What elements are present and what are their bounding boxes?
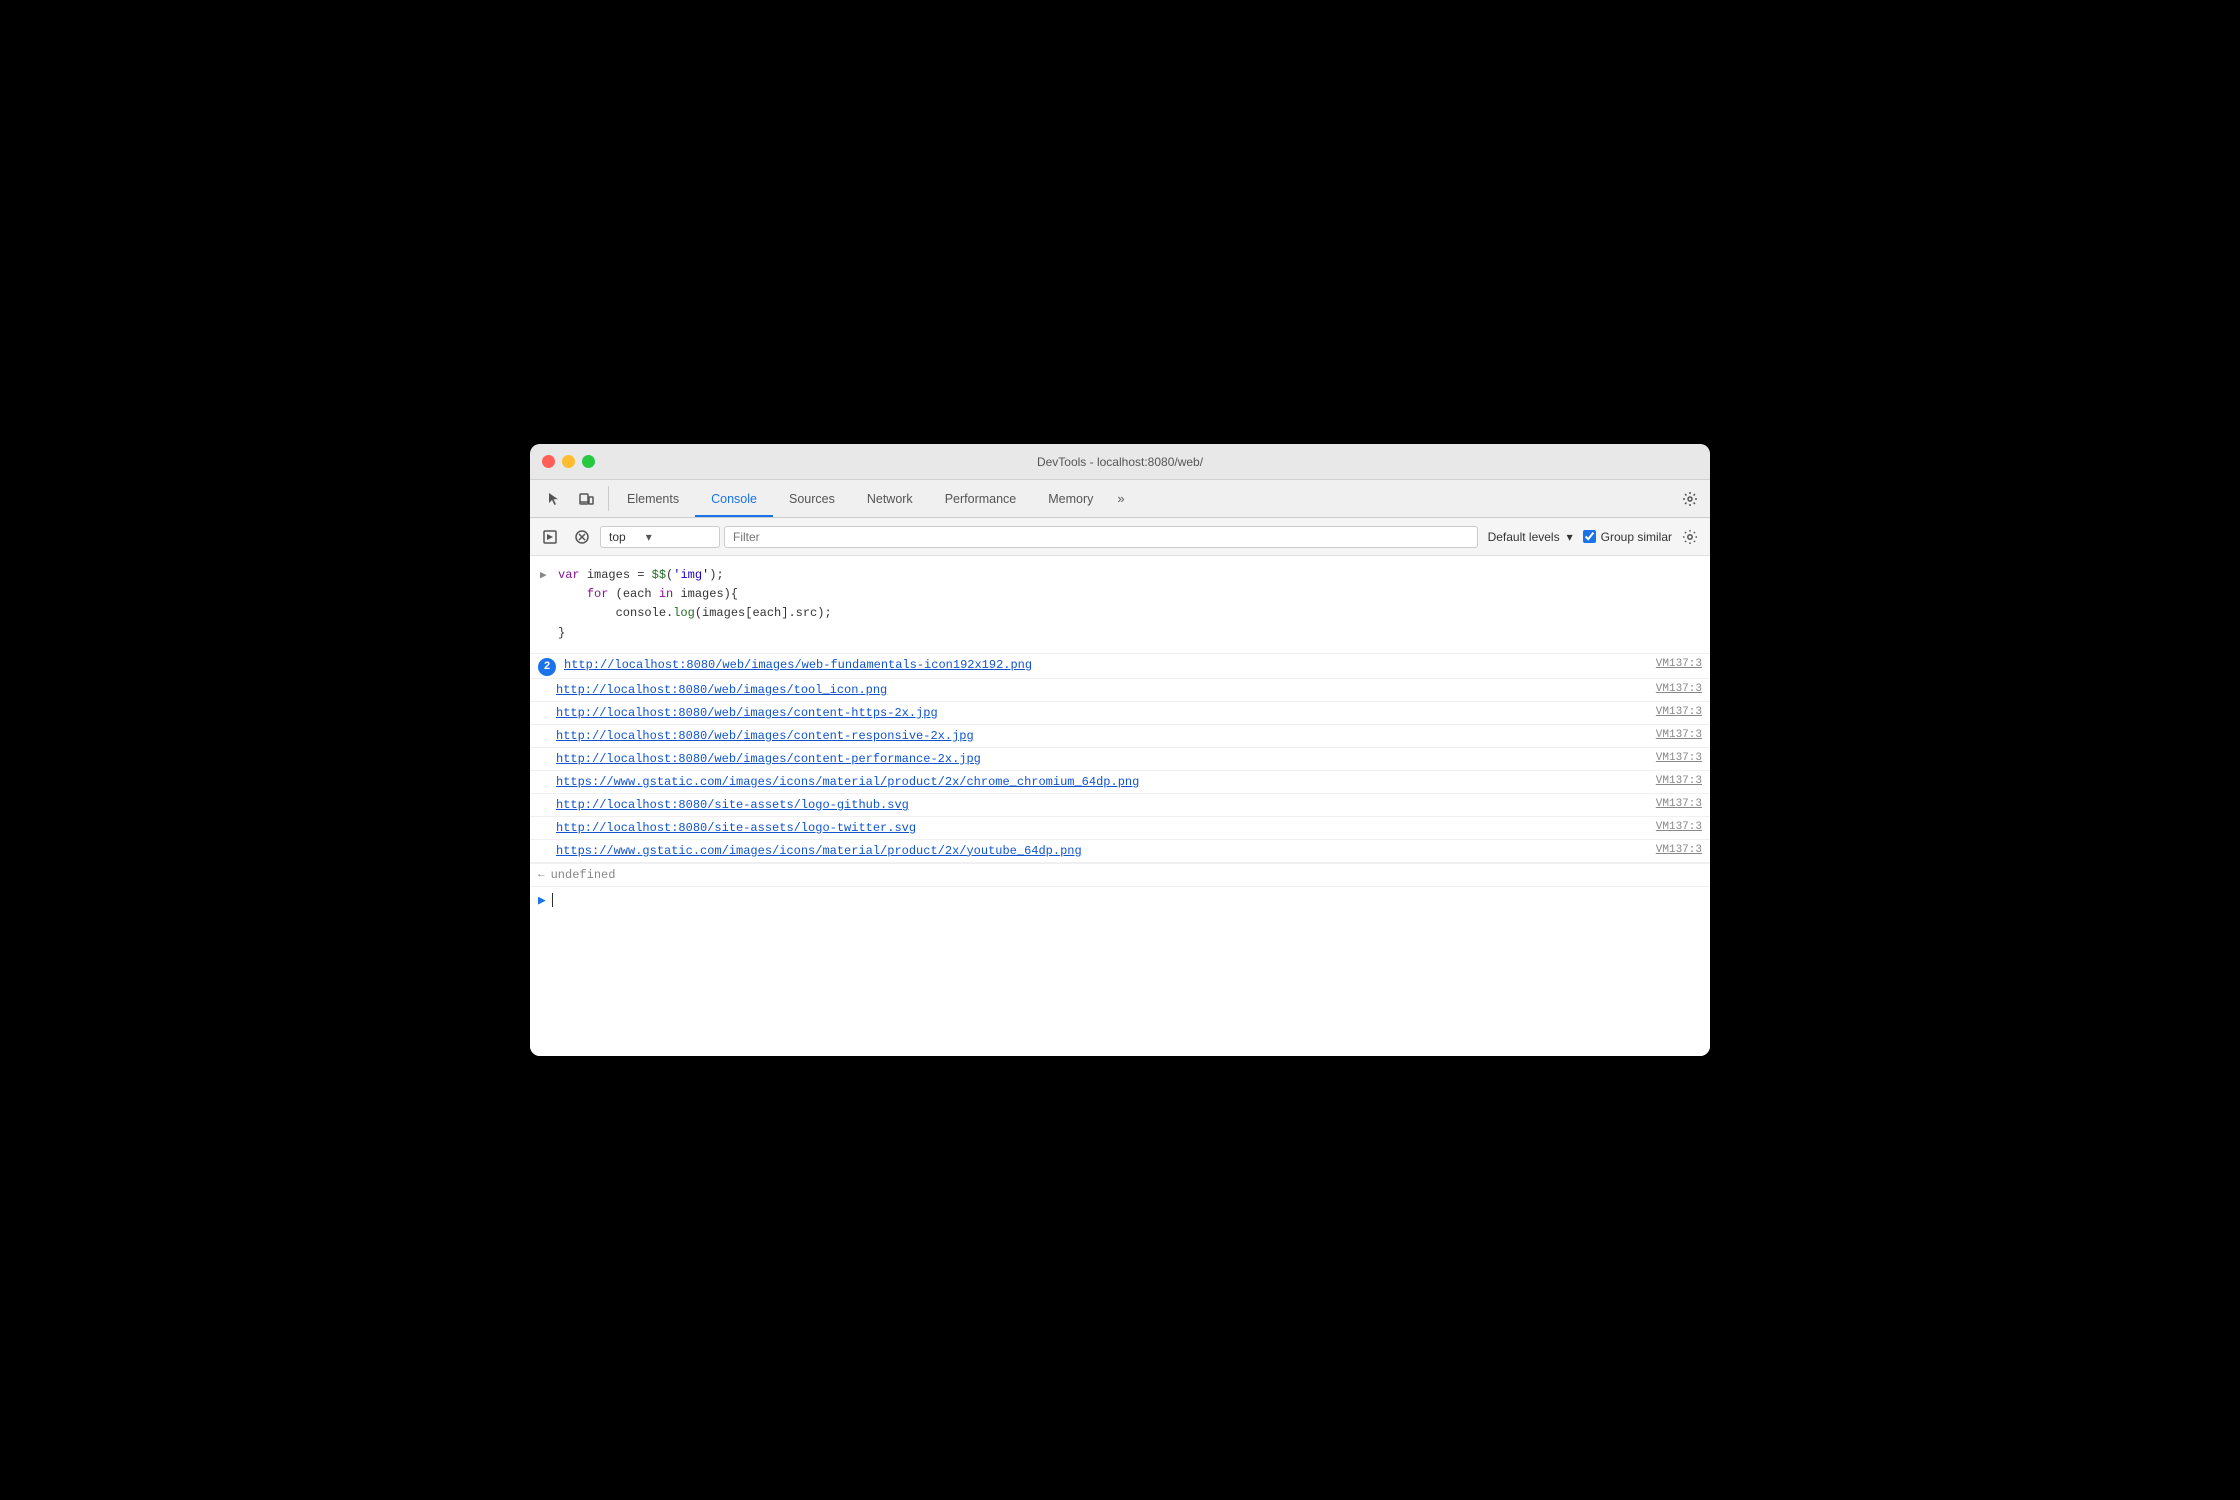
maximize-button[interactable] <box>582 455 595 468</box>
context-selector[interactable]: top <box>600 526 720 548</box>
log-url-link[interactable]: https://www.gstatic.com/images/icons/mat… <box>556 773 1644 791</box>
console-output: ▶ var images = $$('img'); for (each in i… <box>530 556 1710 1056</box>
log-source-link[interactable]: VM137:3 <box>1656 729 1702 741</box>
tab-elements[interactable]: Elements <box>611 480 695 517</box>
log-source-link[interactable]: VM137:3 <box>1656 658 1702 670</box>
window-title: DevTools - localhost:8080/web/ <box>1037 455 1203 469</box>
log-entry: http://localhost:8080/site-assets/logo-t… <box>530 817 1710 840</box>
levels-chevron-icon: ▾ <box>1567 530 1573 544</box>
devtools-window: DevTools - localhost:8080/web/ <box>530 444 1710 1056</box>
log-entry: http://localhost:8080/site-assets/logo-g… <box>530 794 1710 817</box>
titlebar: DevTools - localhost:8080/web/ <box>530 444 1710 480</box>
input-prompt-icon: ▶ <box>538 893 546 908</box>
log-url-link[interactable]: http://localhost:8080/web/images/content… <box>556 704 1644 722</box>
more-tabs-button[interactable]: » <box>1109 480 1132 517</box>
return-arrow-icon: ← <box>538 869 545 881</box>
run-script-button[interactable] <box>536 523 564 551</box>
tab-memory[interactable]: Memory <box>1032 480 1109 517</box>
console-settings-button[interactable] <box>1676 523 1704 551</box>
filter-input[interactable] <box>724 526 1478 548</box>
code-line-2: for (each in images){ <box>558 585 1698 604</box>
log-entry: https://www.gstatic.com/images/icons/mat… <box>530 840 1710 863</box>
log-url-link[interactable]: http://localhost:8080/web/images/content… <box>556 727 1644 745</box>
log-source-link[interactable]: VM137:3 <box>1656 706 1702 718</box>
clear-console-button[interactable] <box>568 523 596 551</box>
tab-icon-group <box>534 480 606 517</box>
minimize-button[interactable] <box>562 455 575 468</box>
log-source-link[interactable]: VM137:3 <box>1656 821 1702 833</box>
window-controls <box>542 455 595 468</box>
log-source-link[interactable]: VM137:3 <box>1656 844 1702 856</box>
log-source-link[interactable]: VM137:3 <box>1656 798 1702 810</box>
log-count-badge: 2 <box>538 658 556 676</box>
inspect-element-button[interactable] <box>540 485 568 513</box>
log-source-link[interactable]: VM137:3 <box>1656 683 1702 695</box>
log-entry: http://localhost:8080/web/images/tool_ic… <box>530 679 1710 702</box>
code-line-1: var images = $$('img'); <box>558 566 1698 585</box>
log-url-link[interactable]: http://localhost:8080/web/images/tool_ic… <box>556 681 1644 699</box>
log-entry: http://localhost:8080/web/images/content… <box>530 725 1710 748</box>
console-toolbar: top Default levels ▾ Group similar <box>530 518 1710 556</box>
log-entry: https://www.gstatic.com/images/icons/mat… <box>530 771 1710 794</box>
tab-bar: Elements Console Sources Network Perform… <box>530 480 1710 518</box>
tab-divider <box>608 486 609 511</box>
device-toggle-button[interactable] <box>572 485 600 513</box>
log-entry: http://localhost:8080/web/images/content… <box>530 748 1710 771</box>
log-url-link[interactable]: http://localhost:8080/web/images/content… <box>556 750 1644 768</box>
devtools-settings-button[interactable] <box>1674 480 1706 517</box>
log-url-link[interactable]: http://localhost:8080/site-assets/logo-t… <box>556 819 1644 837</box>
levels-dropdown[interactable]: Default levels ▾ <box>1482 527 1579 547</box>
code-line-4: } <box>558 624 1698 643</box>
code-input-block: ▶ var images = $$('img'); for (each in i… <box>530 556 1710 654</box>
log-url-link[interactable]: http://localhost:8080/web/images/web-fun… <box>564 656 1644 674</box>
log-source-link[interactable]: VM137:3 <box>1656 752 1702 764</box>
undefined-return-line: ← undefined <box>530 864 1710 887</box>
code-line-3: console.log(images[each].src); <box>558 604 1698 623</box>
group-similar-toggle[interactable]: Group similar <box>1583 530 1672 544</box>
log-url-link[interactable]: https://www.gstatic.com/images/icons/mat… <box>556 842 1644 860</box>
tab-network[interactable]: Network <box>851 480 929 517</box>
log-entry: 2 http://localhost:8080/web/images/web-fu… <box>530 654 1710 679</box>
text-cursor <box>552 893 553 907</box>
undefined-value: undefined <box>551 868 616 882</box>
tab-performance[interactable]: Performance <box>929 480 1033 517</box>
close-button[interactable] <box>542 455 555 468</box>
log-url-link[interactable]: http://localhost:8080/site-assets/logo-g… <box>556 796 1644 814</box>
group-similar-label: Group similar <box>1601 530 1672 544</box>
console-input-line[interactable]: ▶ <box>530 887 1710 914</box>
log-entry: http://localhost:8080/web/images/content… <box>530 702 1710 725</box>
chevron-down-icon <box>646 530 652 544</box>
log-entries-list: 2 http://localhost:8080/web/images/web-fu… <box>530 654 1710 864</box>
prompt-arrow-icon: ▶ <box>540 568 547 582</box>
group-similar-checkbox[interactable] <box>1583 530 1596 543</box>
log-source-link[interactable]: VM137:3 <box>1656 775 1702 787</box>
tab-sources[interactable]: Sources <box>773 480 851 517</box>
tab-console[interactable]: Console <box>695 480 773 517</box>
